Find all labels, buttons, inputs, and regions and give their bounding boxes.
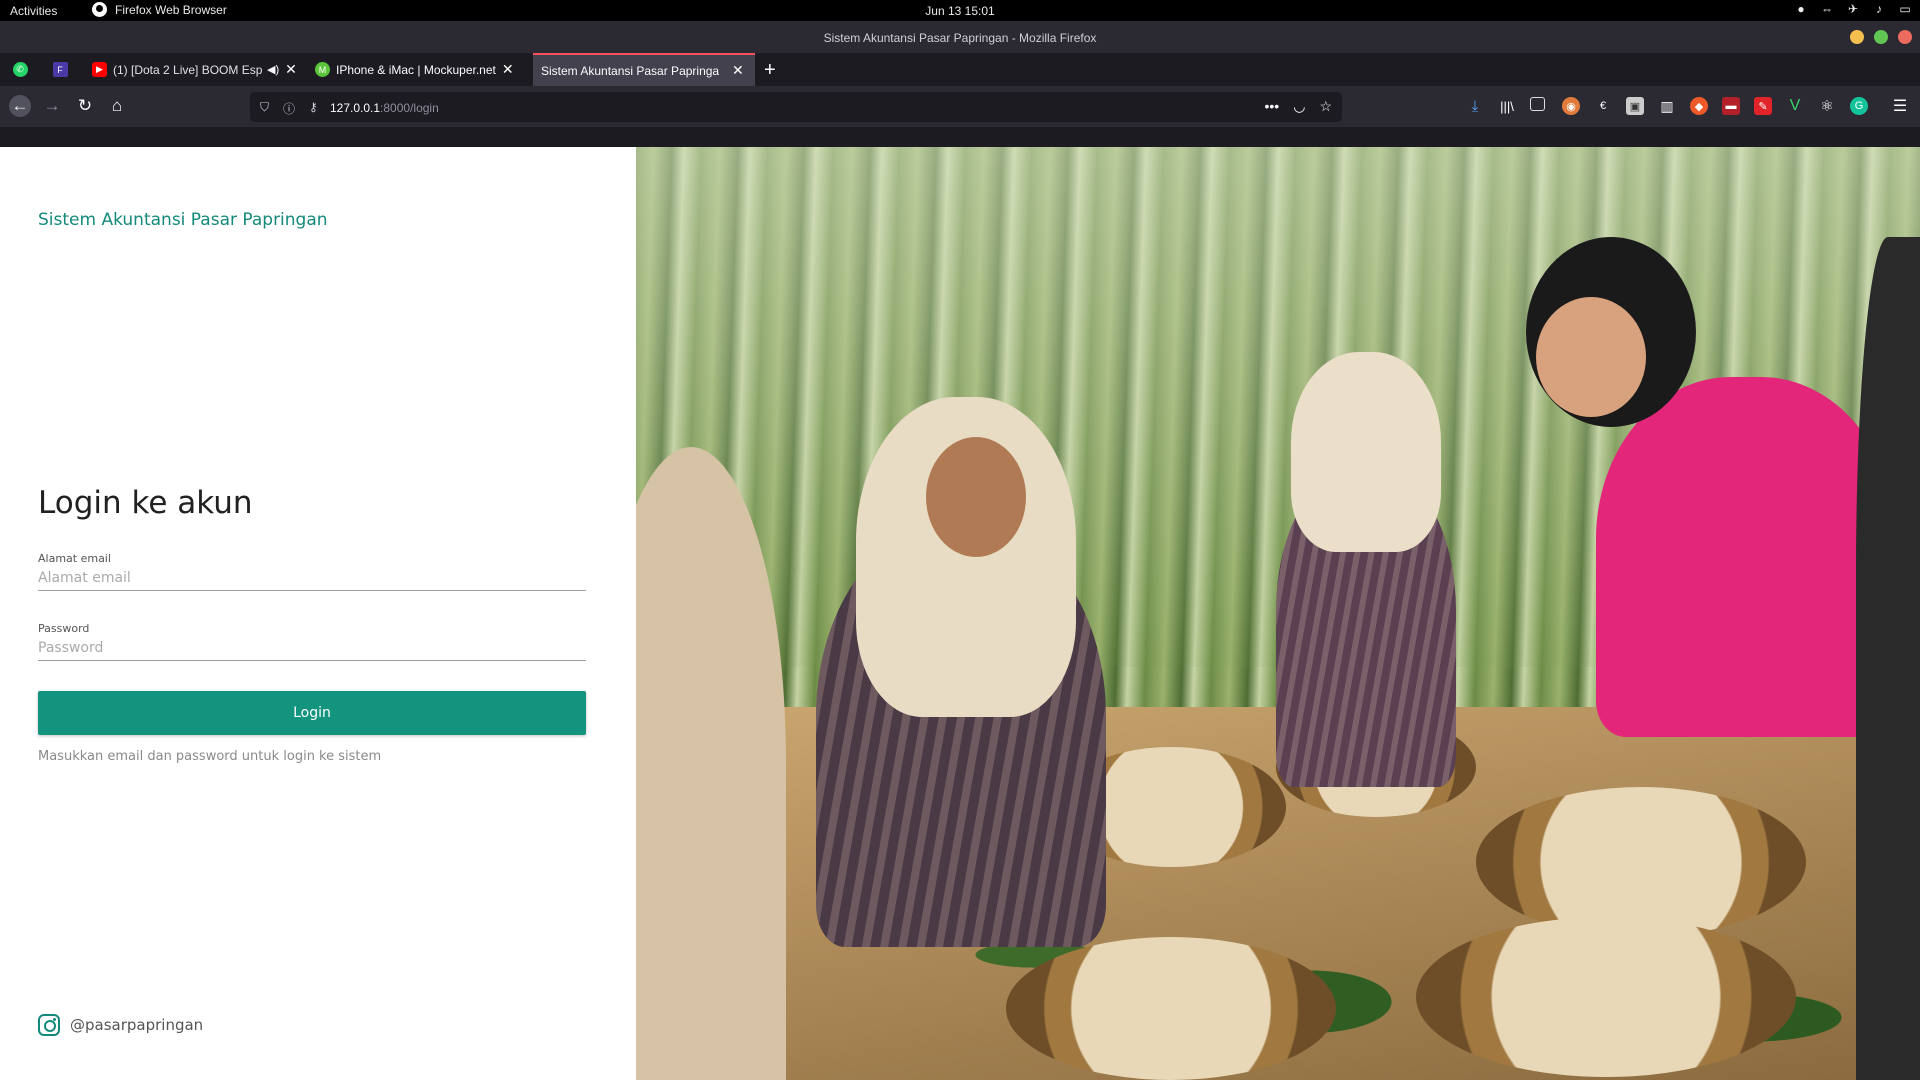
navigation-toolbar: ← → ↻ ⌂ ⛉ ⓘ ⚷ 127.0.0.1:8000/login ••• ◡… [0, 86, 1920, 127]
tab-pinned-whatsapp[interactable]: ✆ [4, 53, 36, 86]
login-panel: Sistem Akuntansi Pasar Papringan Login k… [0, 147, 636, 1080]
tab-sistem-akuntansi[interactable]: Sistem Akuntansi Pasar Papringa ✕ [533, 53, 755, 86]
tab-dota[interactable]: ▶ (1) [Dota 2 Live] BOOM Esp ◀) ✕ [90, 53, 300, 86]
extension-ublock-icon[interactable]: ◉ [1562, 97, 1580, 115]
window-title-bar: Sistem Akuntansi Pasar Papringan - Mozil… [0, 21, 1920, 53]
reload-button[interactable]: ↻ [75, 96, 95, 116]
network-icon[interactable]: ⇔ [1820, 2, 1834, 16]
login-button[interactable]: Login [38, 691, 586, 735]
bookmark-star-icon[interactable]: ☆ [1319, 98, 1332, 115]
pocket-icon[interactable]: ◡ [1293, 98, 1305, 115]
extension-bars-icon[interactable]: ▥ [1658, 97, 1676, 115]
url-text[interactable]: 127.0.0.1:8000/login [330, 101, 439, 115]
forward-button[interactable]: → [42, 96, 62, 116]
maximize-button[interactable] [1874, 30, 1888, 44]
extension-react-icon[interactable]: ⚛ [1818, 97, 1836, 115]
url-bar[interactable]: ⛉ ⓘ ⚷ 127.0.0.1:8000/login ••• ◡ ☆ [250, 92, 1342, 122]
mockuper-icon: M [315, 62, 330, 77]
window-title: Sistem Akuntansi Pasar Papringan - Mozil… [823, 31, 1097, 45]
market-photo [636, 147, 1920, 1080]
login-hint: Masukkan email dan password untuk login … [38, 749, 382, 764]
volume-icon[interactable]: ♪ [1872, 2, 1886, 16]
app-menu[interactable]: Firefox Web Browser [92, 2, 227, 17]
shield-icon[interactable]: ⛉ [260, 100, 269, 117]
back-button[interactable]: ← [9, 95, 31, 117]
app-favicon-icon: F [52, 62, 68, 77]
close-window-button[interactable] [1898, 30, 1912, 44]
home-button[interactable]: ⌂ [107, 96, 127, 116]
new-tab-button[interactable]: + [764, 59, 776, 82]
email-label: Alamat email [38, 552, 111, 565]
tab-pinned-app[interactable]: F [44, 53, 76, 86]
whatsapp-icon: ✆ [12, 62, 28, 77]
hamburger-menu-icon[interactable]: ☰ [1891, 97, 1909, 115]
extension-grammarly-icon[interactable]: G [1850, 97, 1868, 115]
url-security-icons: ⛉ ⓘ ⚷ [260, 100, 318, 117]
app-name: Firefox Web Browser [115, 2, 227, 17]
close-tab-icon[interactable]: ✕ [285, 61, 297, 78]
clock[interactable]: Jun 13 15:01 [0, 4, 1920, 18]
info-icon[interactable]: ⓘ [283, 100, 295, 117]
tab-label: (1) [Dota 2 Live] BOOM Esp [113, 62, 263, 77]
airplane-icon[interactable]: ✈ [1846, 2, 1860, 16]
key-icon[interactable]: ⚷ [309, 100, 318, 117]
firefox-icon [92, 2, 107, 17]
extension-euro-icon[interactable]: € [1594, 97, 1612, 115]
page-viewport: Sistem Akuntansi Pasar Papringan Login k… [0, 147, 1920, 1080]
close-tab-icon[interactable]: ✕ [502, 61, 514, 78]
close-tab-icon[interactable]: ✕ [732, 62, 744, 79]
password-label: Password [38, 622, 90, 635]
extension-image-icon[interactable]: ▣ [1626, 97, 1644, 115]
more-actions-icon[interactable]: ••• [1265, 98, 1280, 115]
tab-strip: ✆ F ▶ (1) [Dota 2 Live] BOOM Esp ◀) ✕ M … [0, 53, 1920, 86]
extension-red-icon[interactable]: ▬ [1722, 97, 1740, 115]
email-field: Alamat email [38, 552, 586, 591]
instagram-handle: @pasarpapringan [70, 1016, 204, 1034]
tab-mockuper[interactable]: M IPhone & iMac | Mockuper.net ✕ [315, 53, 525, 86]
battery-icon[interactable]: ▭ [1898, 2, 1912, 16]
downloads-icon[interactable]: ⤓ [1466, 97, 1484, 115]
youtube-icon: ▶ [92, 62, 107, 77]
user-icon[interactable]: ● [1794, 2, 1808, 16]
minimize-button[interactable] [1850, 30, 1864, 44]
library-icon[interactable]: |||\ [1498, 97, 1516, 115]
os-top-bar: Activities Firefox Web Browser Jun 13 15… [0, 0, 1920, 21]
system-tray[interactable]: ● ⇔ ✈ ♪ ▭ [1794, 2, 1912, 16]
email-input[interactable] [38, 565, 586, 591]
login-heading: Login ke akun [38, 485, 253, 521]
activities-button[interactable]: Activities [10, 4, 57, 18]
extension-vue-icon[interactable]: V [1786, 97, 1804, 115]
extension-brave-icon[interactable]: ◆ [1690, 97, 1708, 115]
extension-pen-icon[interactable]: ✎ [1754, 97, 1772, 115]
url-host: 127.0.0.1 [330, 101, 381, 115]
password-input[interactable] [38, 635, 586, 661]
window-controls [1850, 30, 1912, 44]
brand-title[interactable]: Sistem Akuntansi Pasar Papringan [38, 210, 328, 230]
url-path: :8000/login [380, 101, 439, 115]
tab-label: IPhone & iMac | Mockuper.net [336, 62, 496, 77]
tab-label: Sistem Akuntansi Pasar Papringa [541, 63, 720, 78]
password-field: Password [38, 622, 586, 661]
instagram-link[interactable]: @pasarpapringan [38, 1014, 203, 1036]
sidebar-icon[interactable] [1530, 97, 1545, 111]
url-actions: ••• ◡ ☆ [1265, 98, 1333, 115]
instagram-icon [38, 1014, 60, 1036]
speaker-icon[interactable]: ◀) [267, 63, 279, 76]
